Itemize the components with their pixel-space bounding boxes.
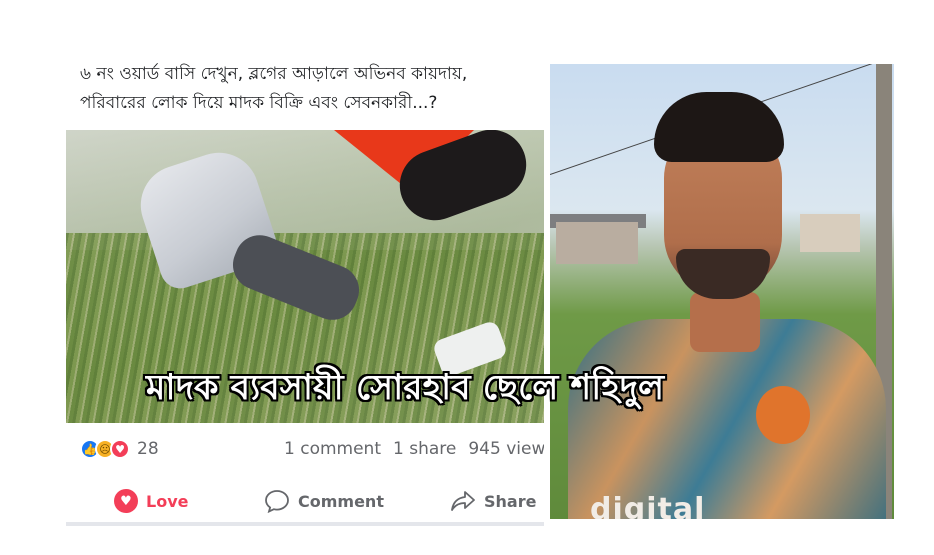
love-button[interactable]: ♥ Love [114,489,188,513]
post-divider [66,522,544,526]
comment-bubble-icon [265,490,289,513]
post-stats: 1 comment 1 share 945 views [284,439,544,459]
comment-count-link[interactable]: 1 comment [284,439,381,459]
heart-icon: ♥ [114,489,138,513]
view-count: 945 views [468,439,544,459]
share-count-link[interactable]: 1 share [393,439,456,459]
post-title-line-2: পরিবারের লোক দিয়ে মাদক বিক্রি এবং সেবনক… [80,93,438,113]
reaction-count: 28 [137,439,159,459]
comment-button[interactable]: Comment [264,489,384,513]
jersey-sponsor-text: digital [590,492,706,519]
love-button-label: Love [146,491,189,511]
comment-button-label: Comment [298,491,384,511]
reactions-summary[interactable]: 👍 ☹ ♥ 28 [80,439,159,459]
house-wall [556,222,638,264]
love-reaction-icon: ♥ [110,439,130,459]
share-button[interactable]: Share [450,489,536,513]
distant-building [800,214,860,252]
selfie-photo: digital [550,64,894,519]
post-title-line-1: ৬ নং ওয়ার্ড বাসি দেখুন, ব্লগের আড়ালে অ… [80,64,468,84]
hair [654,92,784,162]
post-title: ৬ নং ওয়ার্ড বাসি দেখুন, ব্লগের আড়ালে অ… [80,60,546,118]
post-action-bar: ♥ Love Comment Share [66,482,544,520]
jersey-club-logo [756,386,810,444]
facebook-post: ৬ নং ওয়ার্ড বাসি দেখুন, ব্লগের আড়ালে অ… [66,58,544,528]
share-arrow-icon [451,491,475,511]
overlay-caption: মাদক ব্যবসায়ী সোরহাব ছেলে শহিদুল [146,368,665,408]
share-button-label: Share [484,491,537,511]
beard [676,249,770,299]
neck [690,292,760,352]
